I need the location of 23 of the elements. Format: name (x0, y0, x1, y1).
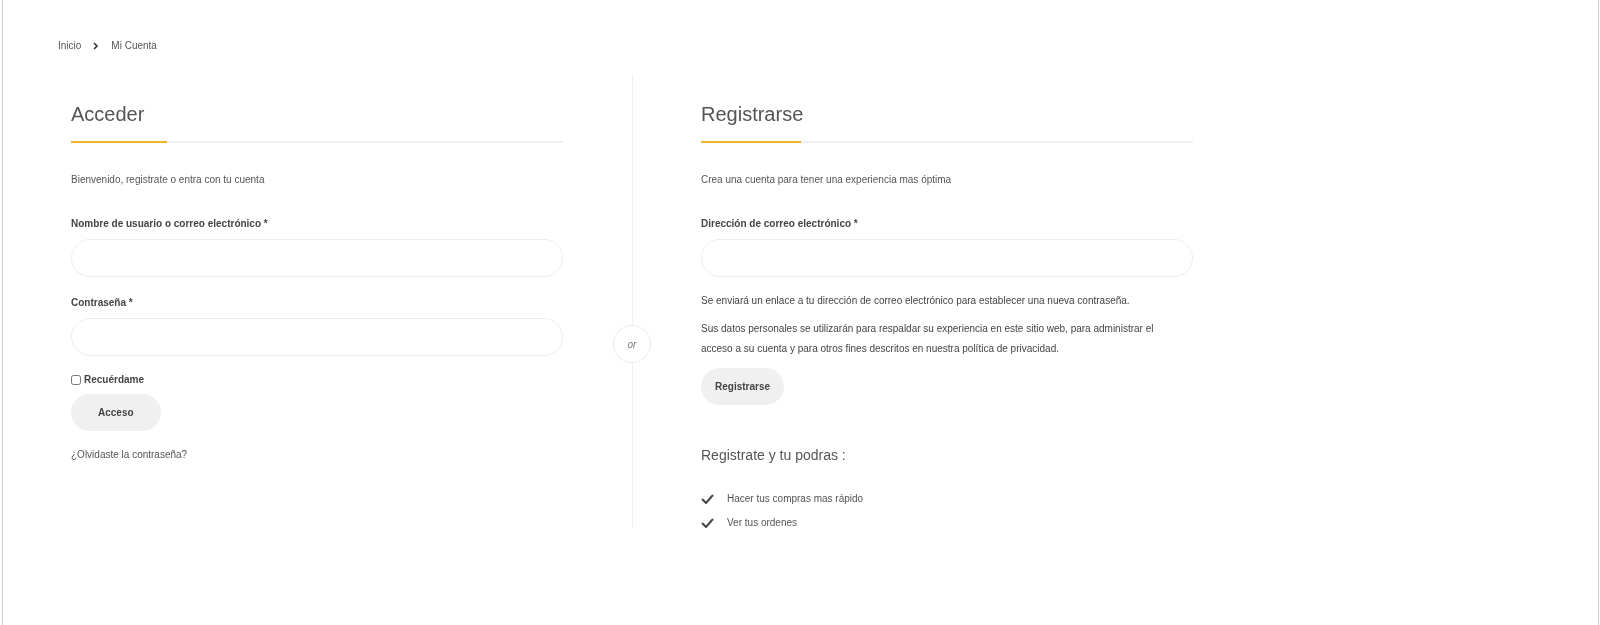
info-text: Se enviará un enlace a tu dirección de correo electrónico para establecer una nueva contraseña. (701, 294, 1131, 308)
intro-text: Bienvenido, registrate o entra con tu cuenta (71, 174, 266, 185)
benefit-text: Ver tus ordenes (727, 517, 798, 528)
benefit-text: Hacer tus compras mas rápido (727, 493, 864, 504)
breadcrumb-link[interactable]: Inicio (58, 40, 82, 51)
register-button[interactable]: Registrarse (701, 368, 785, 405)
login-button[interactable]: Acceso (71, 394, 161, 431)
forgot-password-link[interactable]: ¿Olvidaste la contraseña? (71, 449, 563, 460)
checkbox-label: Recuérdame (84, 374, 145, 385)
or-separator: or (613, 325, 651, 363)
field-label: Nombre de usuario o correo electrónico * (71, 218, 269, 229)
section-heading: Acceder (71, 103, 146, 127)
benefits-heading: Registrate y tu podras : (701, 447, 847, 463)
field-label: Contraseña * (71, 297, 134, 308)
checkmark-icon (701, 517, 714, 528)
checkmark-icon (701, 493, 714, 504)
breadcrumb-link[interactable]: Mi Cuenta (111, 40, 157, 51)
remember-checkbox[interactable] (71, 374, 81, 385)
info-text: Sus datos personales se utilizarán para respaldar su experiencia en este sitio web, para administrar el acceso a su cuenta y para otros fines descritos en nuestra política de privacidad. (701, 322, 1155, 356)
intro-text: Crea una cuenta para tener una experiencia mas óptima (701, 174, 953, 185)
section-heading: Registrarse (701, 103, 805, 127)
field-label: Dirección de correo electrónico * (701, 218, 859, 229)
chevron-right-icon (93, 41, 100, 50)
